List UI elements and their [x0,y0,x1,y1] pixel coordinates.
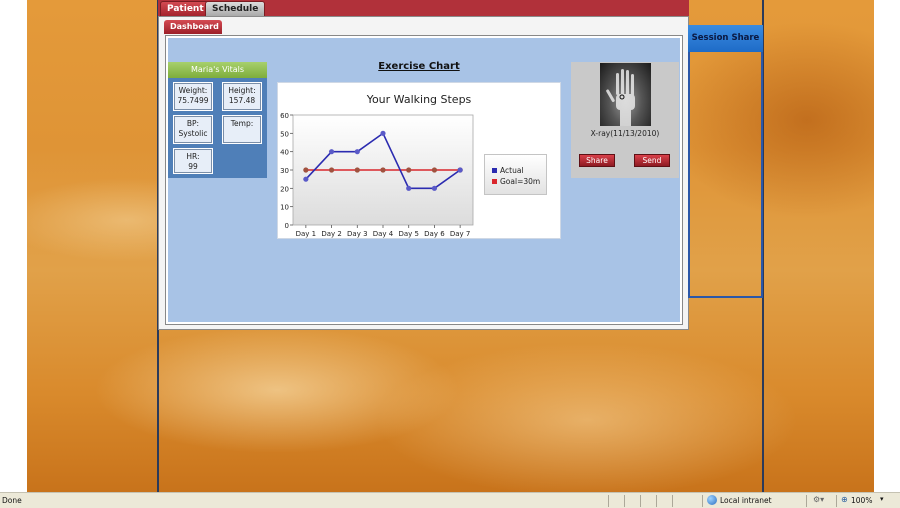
vital-weight: Weight: 75.7499 [173,82,213,111]
legend-label-goal: Goal=30m [500,177,541,186]
zone-cell[interactable]: Local intranet [702,495,806,507]
legend-item-actual: Actual [492,166,524,175]
legend-item-goal: Goal=30m [492,177,540,186]
xray-caption: X-ray(11/13/2010) [590,129,660,138]
vital-hr-label: HR: [186,152,200,161]
xray-image[interactable] [600,63,651,126]
status-cell [640,495,656,507]
x-tick-label: Day 6 [424,230,445,238]
globe-icon [707,495,717,505]
vital-height-label: Height: [228,86,256,95]
vital-hr-value: 99 [188,162,198,171]
vital-bp-value: Systolic [178,129,208,138]
data-point-actual [457,167,463,173]
zoom-level: 100% [851,496,873,505]
data-point-actual [431,185,438,191]
session-share-header: Session Share [688,25,763,52]
data-point-actual [303,176,309,182]
zoom-icon: ⊕ [841,495,848,504]
y-tick-label: 20 [280,185,289,193]
x-tick-label: Day 3 [347,230,368,238]
vital-height-value: 157.48 [228,96,256,105]
legend-swatch-goal [492,179,497,184]
send-button[interactable]: Send [634,154,670,167]
status-cell [672,495,702,507]
vital-weight-label: Weight: [178,86,208,95]
status-cell [608,495,624,507]
data-point-actual [380,130,386,136]
vital-temp: Temp: [222,115,262,144]
tab-schedule[interactable]: Schedule [205,1,266,16]
vital-height: Height: 157.48 [222,82,262,111]
chart-title: Your Walking Steps [366,93,472,106]
data-point-actual [354,149,360,155]
data-point-goal-30m [380,167,386,173]
legend-swatch-actual [492,168,497,173]
status-text: Done [2,496,22,505]
x-tick-label: Day 1 [296,230,317,238]
protected-mode-cell[interactable]: ⚙▾ [806,495,836,507]
data-point-goal-30m [431,167,438,173]
y-tick-label: 40 [280,149,289,157]
vital-weight-value: 75.7499 [177,96,209,105]
x-tick-label: Day 7 [450,230,471,238]
zoom-cell[interactable]: ⊕ 100% ▾ [836,495,890,507]
data-point-goal-30m [354,167,360,173]
x-tick-label: Day 4 [373,230,394,238]
data-point-goal-30m [406,167,412,173]
vital-hr: HR: 99 [173,148,213,174]
data-point-goal-30m [328,167,335,173]
status-cell [624,495,640,507]
hand-xray-icon [606,69,635,126]
x-tick-label: Day 2 [321,230,342,238]
x-tick-label: Day 5 [398,230,419,238]
y-tick-label: 30 [280,167,289,175]
y-tick-label: 10 [280,204,289,212]
data-point-actual [406,185,412,191]
vitals-title: Maria's Vitals [168,62,267,78]
tab-dashboard[interactable]: Dashboard [164,20,222,34]
gear-icon: ⚙▾ [813,495,825,504]
data-point-actual [328,149,335,155]
chart-legend: Actual Goal=30m [484,154,547,195]
vital-bp: BP: Systolic [173,115,213,144]
tab-patient[interactable]: Patient [160,1,211,16]
exercise-chart-title: Exercise Chart [378,61,460,72]
vital-temp-label: Temp: [230,119,254,128]
status-cell [656,495,672,507]
data-point-goal-30m [303,167,309,173]
chevron-down-icon: ▾ [880,495,884,503]
legend-label-actual: Actual [500,166,524,175]
y-tick-label: 50 [280,130,289,138]
session-share-panel [688,52,763,298]
zone-label: Local intranet [720,496,772,505]
vital-bp-label: BP: [186,119,200,128]
share-button[interactable]: Share [579,154,615,167]
y-tick-label: 60 [280,112,289,120]
browser-status-bar: Done Local intranet ⚙▾ ⊕ 100% ▾ [0,492,900,508]
y-tick-label: 0 [285,222,289,230]
